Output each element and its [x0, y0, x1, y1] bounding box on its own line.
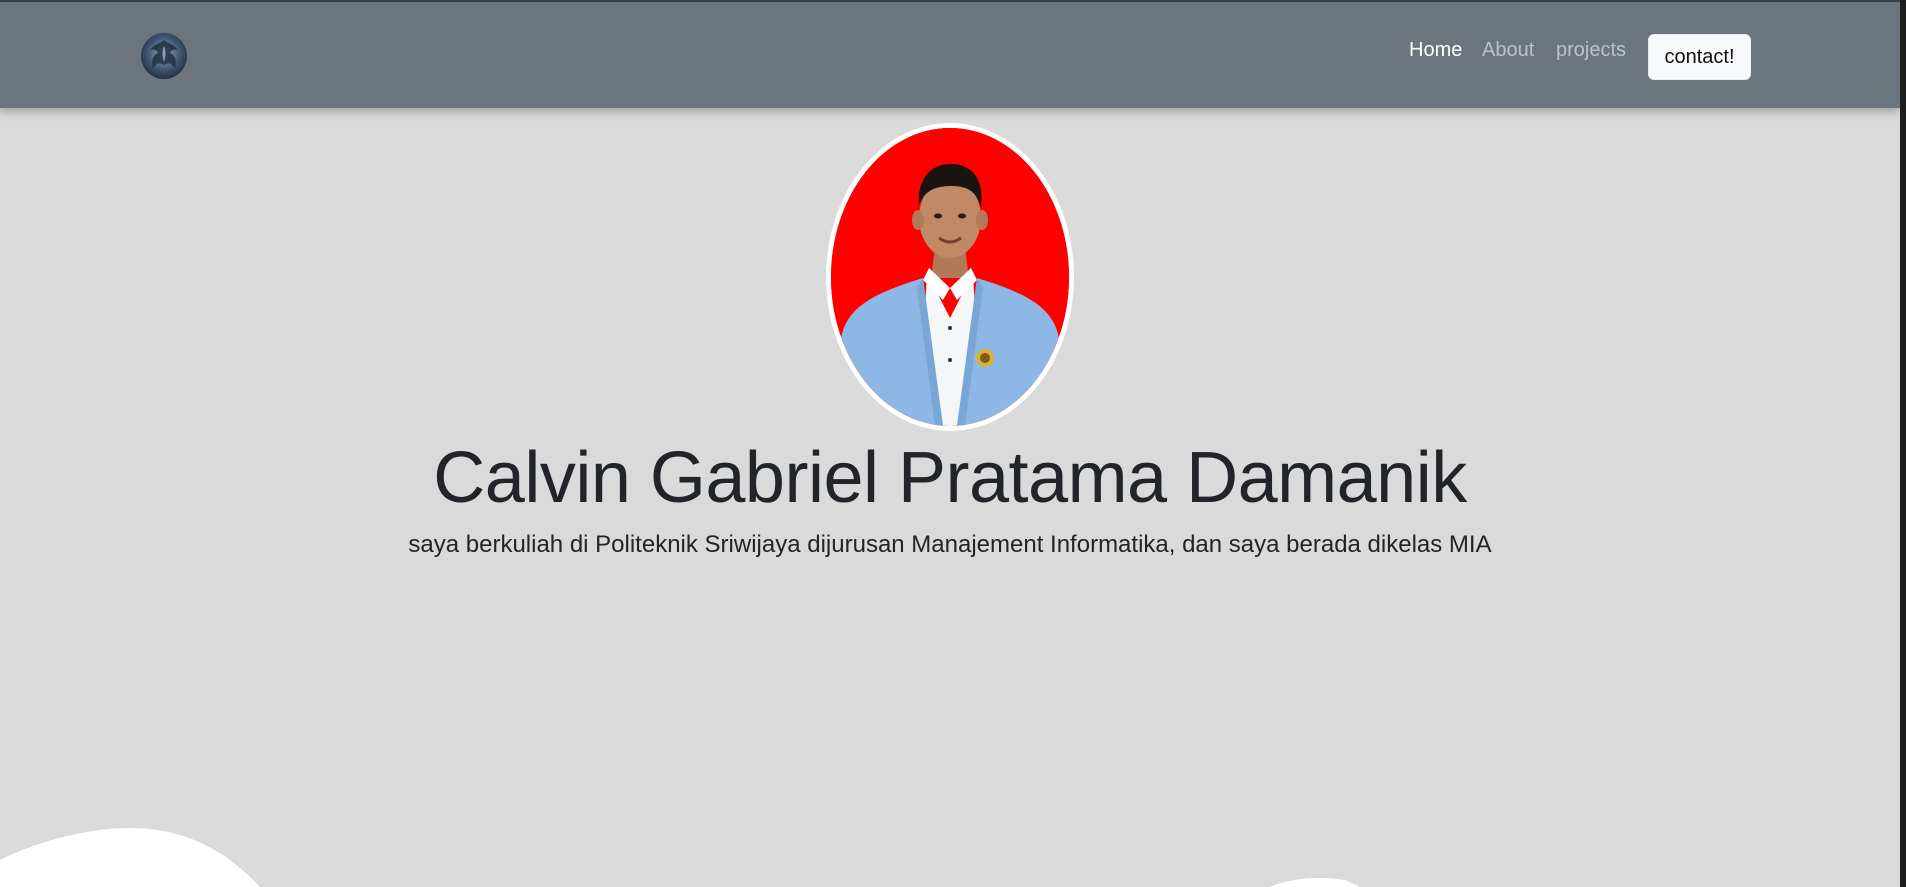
nav-link-about[interactable]: About [1482, 38, 1534, 62]
navbar: Home About projects contact! [0, 0, 1900, 108]
contact-button[interactable]: contact! [1648, 34, 1751, 80]
phoenix-logo-icon [141, 33, 187, 79]
brand-logo-icon[interactable] [140, 32, 188, 80]
profile-photo [826, 123, 1074, 431]
person-portrait-icon [831, 128, 1069, 426]
window-edge [1900, 0, 1906, 887]
page-title: Calvin Gabriel Pratama Damanik [433, 438, 1467, 518]
page: Home About projects contact! Calvin Gabr… [0, 0, 1906, 887]
decorative-wave [0, 828, 1360, 887]
nav-link-home[interactable]: Home [1409, 38, 1462, 62]
intro-text: saya berkuliah di Politeknik Sriwijaya d… [408, 531, 1492, 558]
nav-link-projects[interactable]: projects [1556, 38, 1626, 62]
